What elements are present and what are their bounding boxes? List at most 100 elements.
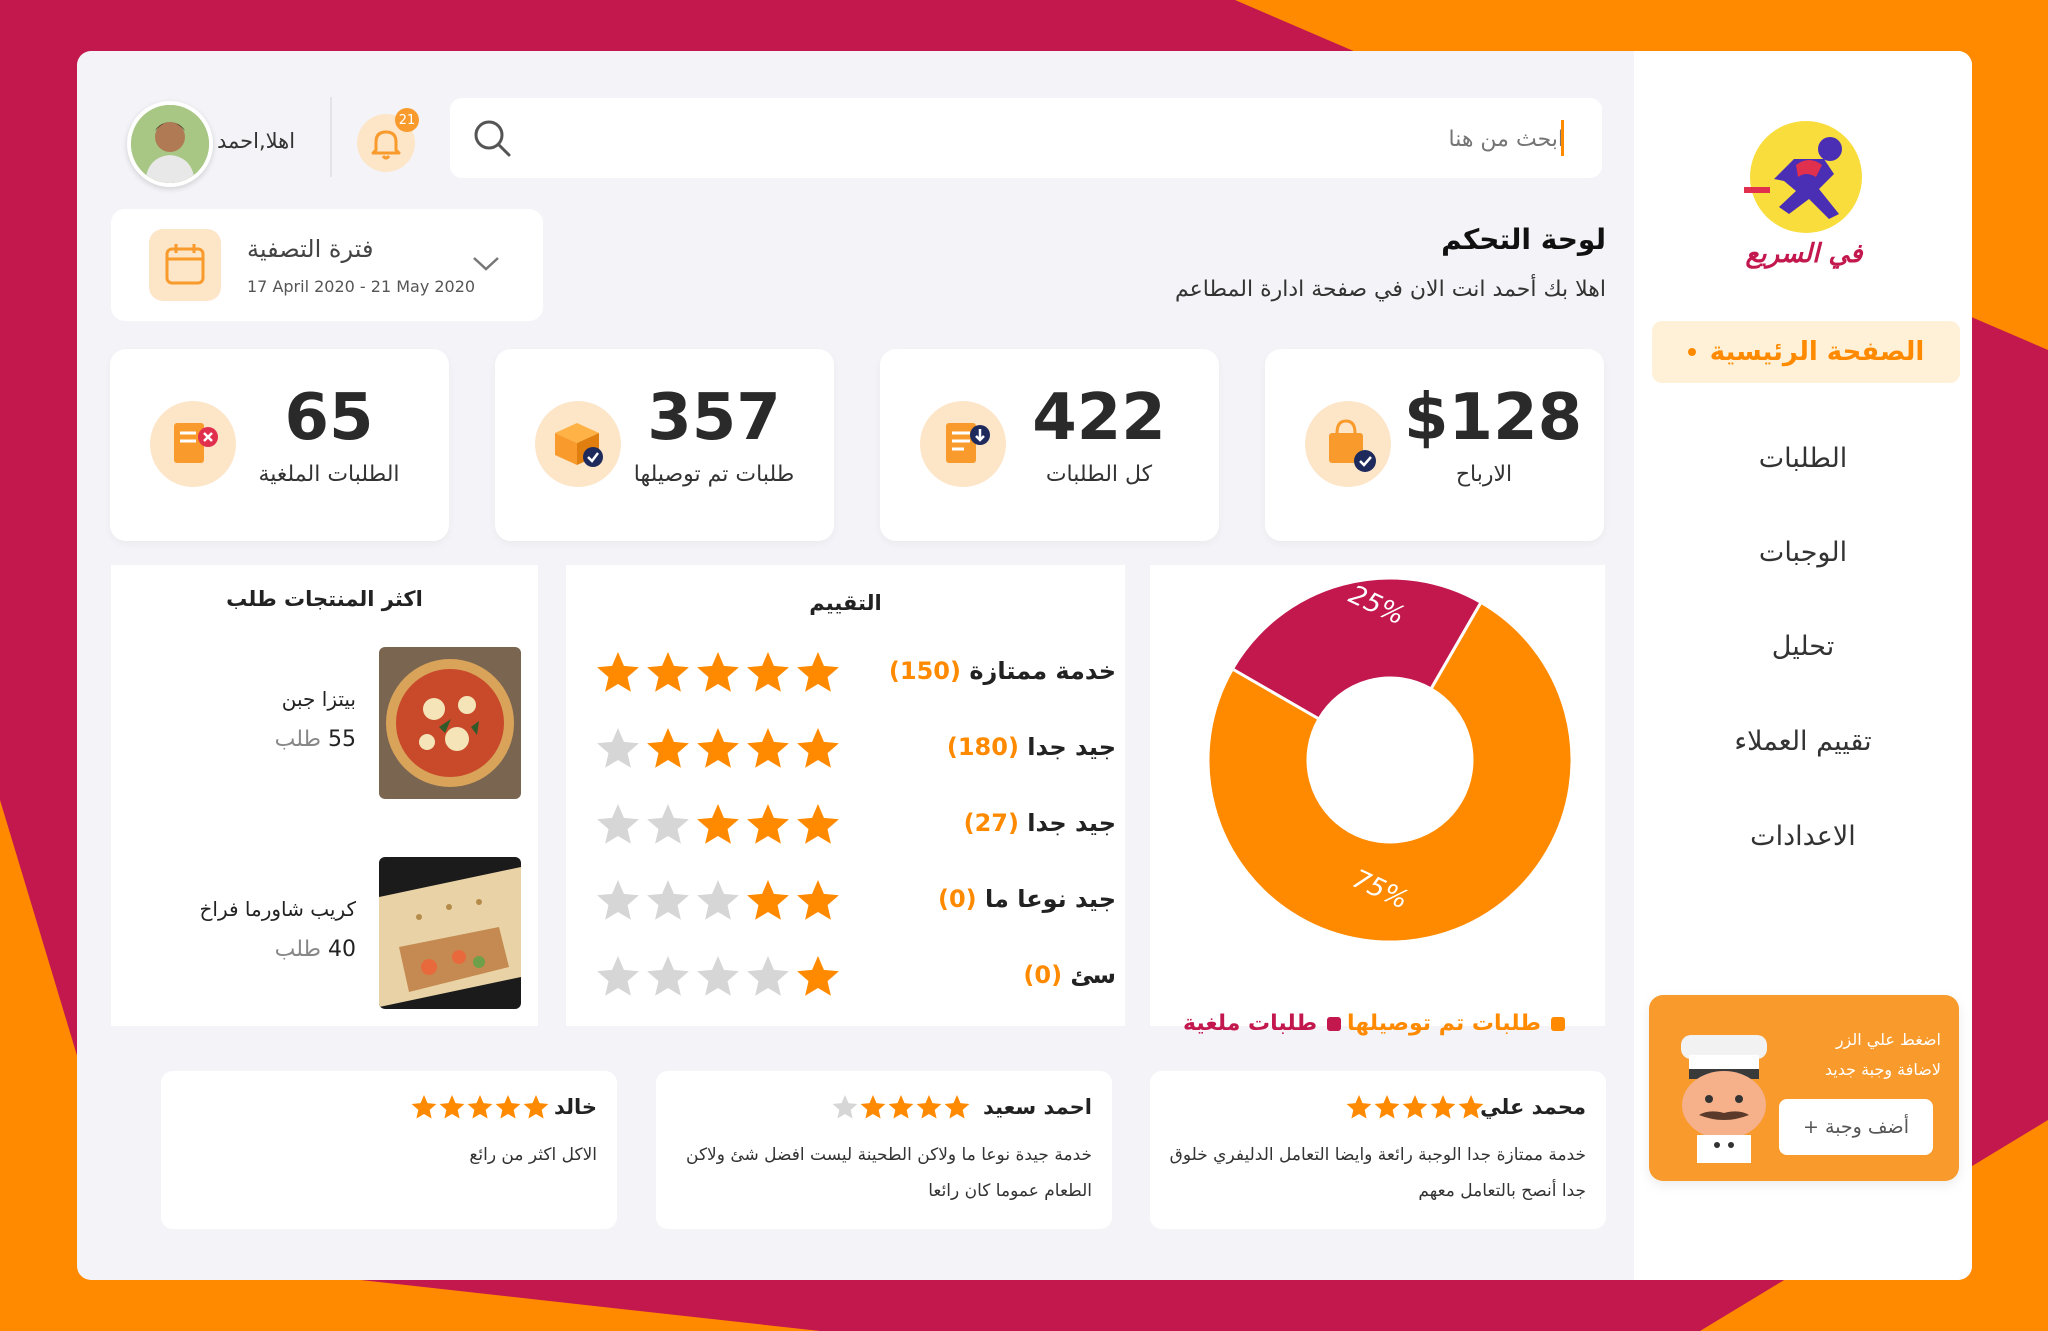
star-icon xyxy=(439,1095,465,1119)
active-dot-icon xyxy=(1687,348,1696,356)
rating-stars xyxy=(597,728,839,768)
star-icon xyxy=(697,804,739,844)
review-card: محمد علي خدمة ممتازة جدا الوجبة رائعة وا… xyxy=(1150,1071,1606,1229)
review-stars xyxy=(411,1095,549,1119)
star-icon xyxy=(697,956,739,996)
star-icon xyxy=(647,652,689,692)
stat-card-cancelled[interactable]: 65 الطلبات الملغية xyxy=(110,349,449,541)
pizza-image xyxy=(379,647,521,799)
rating-row: جيد جدا (180) xyxy=(596,725,1116,775)
sidebar-item-meals[interactable]: الوجبات xyxy=(1634,537,1972,568)
add-meal-button[interactable]: أضف وجبة + xyxy=(1779,1099,1933,1155)
review-text: خدمة ممتازة جدا الوجبة رائعة وايضا التعا… xyxy=(1169,1145,1586,1201)
dashboard-window: في السريع الصفحة الرئيسية الطلبات الوجبا… xyxy=(77,51,1972,1280)
product-name: بيتزا جبن xyxy=(281,687,356,711)
sidebar-item-home[interactable]: الصفحة الرئيسية xyxy=(1652,321,1960,383)
legend-label: طلبات تم توصيلها xyxy=(1347,1011,1541,1036)
sidebar-item-orders[interactable]: الطلبات xyxy=(1634,443,1972,474)
star-icon xyxy=(747,804,789,844)
chevron-down-icon[interactable] xyxy=(471,253,501,273)
legend-cancelled: طلبات ملغية xyxy=(1183,1011,1342,1051)
notification-badge: 21 xyxy=(395,108,419,132)
star-icon xyxy=(747,880,789,920)
header-divider xyxy=(330,97,332,177)
top-products-panel: اكثر المنتجات طلب بيتزا جبن 55 طلب كريب … xyxy=(111,565,538,1026)
star-icon xyxy=(1458,1095,1484,1119)
star-icon xyxy=(797,880,839,920)
star-icon xyxy=(647,728,689,768)
avatar[interactable] xyxy=(127,101,213,187)
stat-card-delivered[interactable]: 357 طلبات تم توصيلها xyxy=(495,349,834,541)
product-name: كريب شاورما فراخ xyxy=(199,897,356,921)
star-icon xyxy=(832,1095,858,1119)
star-icon xyxy=(697,880,739,920)
star-icon xyxy=(1346,1095,1372,1119)
search-input[interactable] xyxy=(562,116,1566,162)
list-item[interactable]: كريب شاورما فراخ 40 طلب xyxy=(111,857,531,1017)
star-icon xyxy=(597,880,639,920)
star-icon xyxy=(597,956,639,996)
stat-label: الارباح xyxy=(1455,462,1513,487)
brand-logo[interactable]: في السريع xyxy=(1734,119,1874,279)
sidebar-item-settings[interactable]: الاعدادات xyxy=(1634,821,1972,852)
rating-stars xyxy=(597,804,839,844)
ratings-panel: التقييم خدمة ممتازة (150) جيد جدا (180) جي… xyxy=(566,565,1125,1026)
star-icon xyxy=(1402,1095,1428,1119)
page-subtitle: اهلا بك أحمد انت الان في صفحة ادارة المط… xyxy=(1175,277,1606,302)
stat-value: $128 xyxy=(1404,381,1583,455)
review-card: خالد الاكل اكثر من رائع xyxy=(161,1071,617,1229)
stat-label: الطلبات الملغية xyxy=(258,462,400,487)
review-text: الاكل اكثر من رائع xyxy=(469,1145,597,1165)
review-stars xyxy=(1346,1095,1484,1119)
star-icon xyxy=(647,880,689,920)
ratings-title: التقييم xyxy=(809,591,882,615)
sidebar-item-analytics[interactable]: تحليل xyxy=(1634,631,1972,662)
stat-card-earnings[interactable]: $128 الارباح xyxy=(1265,349,1604,541)
star-icon xyxy=(697,728,739,768)
star-icon xyxy=(916,1095,942,1119)
promo-text: اضغط علي الزر لاضافة وجبة جديد xyxy=(1824,1030,1941,1079)
star-icon xyxy=(597,804,639,844)
shopping-bag-icon xyxy=(1305,401,1391,487)
user-greeting: اهلا,احمد xyxy=(217,129,296,153)
star-icon xyxy=(747,652,789,692)
list-item[interactable]: بيتزا جبن 55 طلب xyxy=(111,647,531,807)
orders-donut-chart: 25%75% xyxy=(1206,576,1574,944)
rating-row: جيد جدا (27) xyxy=(596,801,1116,851)
rating-stars xyxy=(597,652,839,692)
star-icon xyxy=(944,1095,970,1119)
search-icon[interactable] xyxy=(472,118,512,158)
orders-donut-panel: 25% 75% xyxy=(1150,565,1605,1026)
box-delivered-icon xyxy=(535,401,621,487)
stat-label: طلبات تم توصيلها xyxy=(633,462,795,487)
order-list-icon xyxy=(920,401,1006,487)
stat-value: 65 xyxy=(284,381,374,455)
rating-stars xyxy=(597,956,839,996)
stat-value: 357 xyxy=(647,381,781,455)
user-photo-icon xyxy=(131,105,209,183)
review-text: خدمة جيدة نوعا ما ولاكن الطحينة ليست افض… xyxy=(686,1145,1092,1201)
runner-logo-icon xyxy=(1744,121,1862,233)
star-icon xyxy=(495,1095,521,1119)
review-stars xyxy=(832,1095,970,1119)
star-icon xyxy=(747,956,789,996)
rating-stars xyxy=(597,880,839,920)
sidebar-item-customer-reviews[interactable]: تقييم العملاء xyxy=(1634,726,1972,757)
star-icon xyxy=(523,1095,549,1119)
filter-title: فترة التصفية xyxy=(247,235,374,263)
star-icon xyxy=(597,728,639,768)
date-filter-dropdown[interactable]: فترة التصفية 17 April 2020 - 21 May 2020 xyxy=(111,209,543,321)
rating-label: جيد جدا (180) xyxy=(946,733,1116,761)
star-icon xyxy=(597,652,639,692)
star-icon xyxy=(467,1095,493,1119)
star-icon xyxy=(1374,1095,1400,1119)
star-icon xyxy=(797,652,839,692)
star-icon xyxy=(697,652,739,692)
add-meal-card: اضغط علي الزر لاضافة وجبة جديد أضف وجبة … xyxy=(1649,995,1959,1181)
star-icon xyxy=(797,804,839,844)
cancelled-order-icon xyxy=(150,401,236,487)
stat-card-all-orders[interactable]: 422 كل الطلبات xyxy=(880,349,1219,541)
search-bar[interactable] xyxy=(450,98,1602,178)
calendar-icon xyxy=(149,229,221,301)
star-icon xyxy=(797,728,839,768)
